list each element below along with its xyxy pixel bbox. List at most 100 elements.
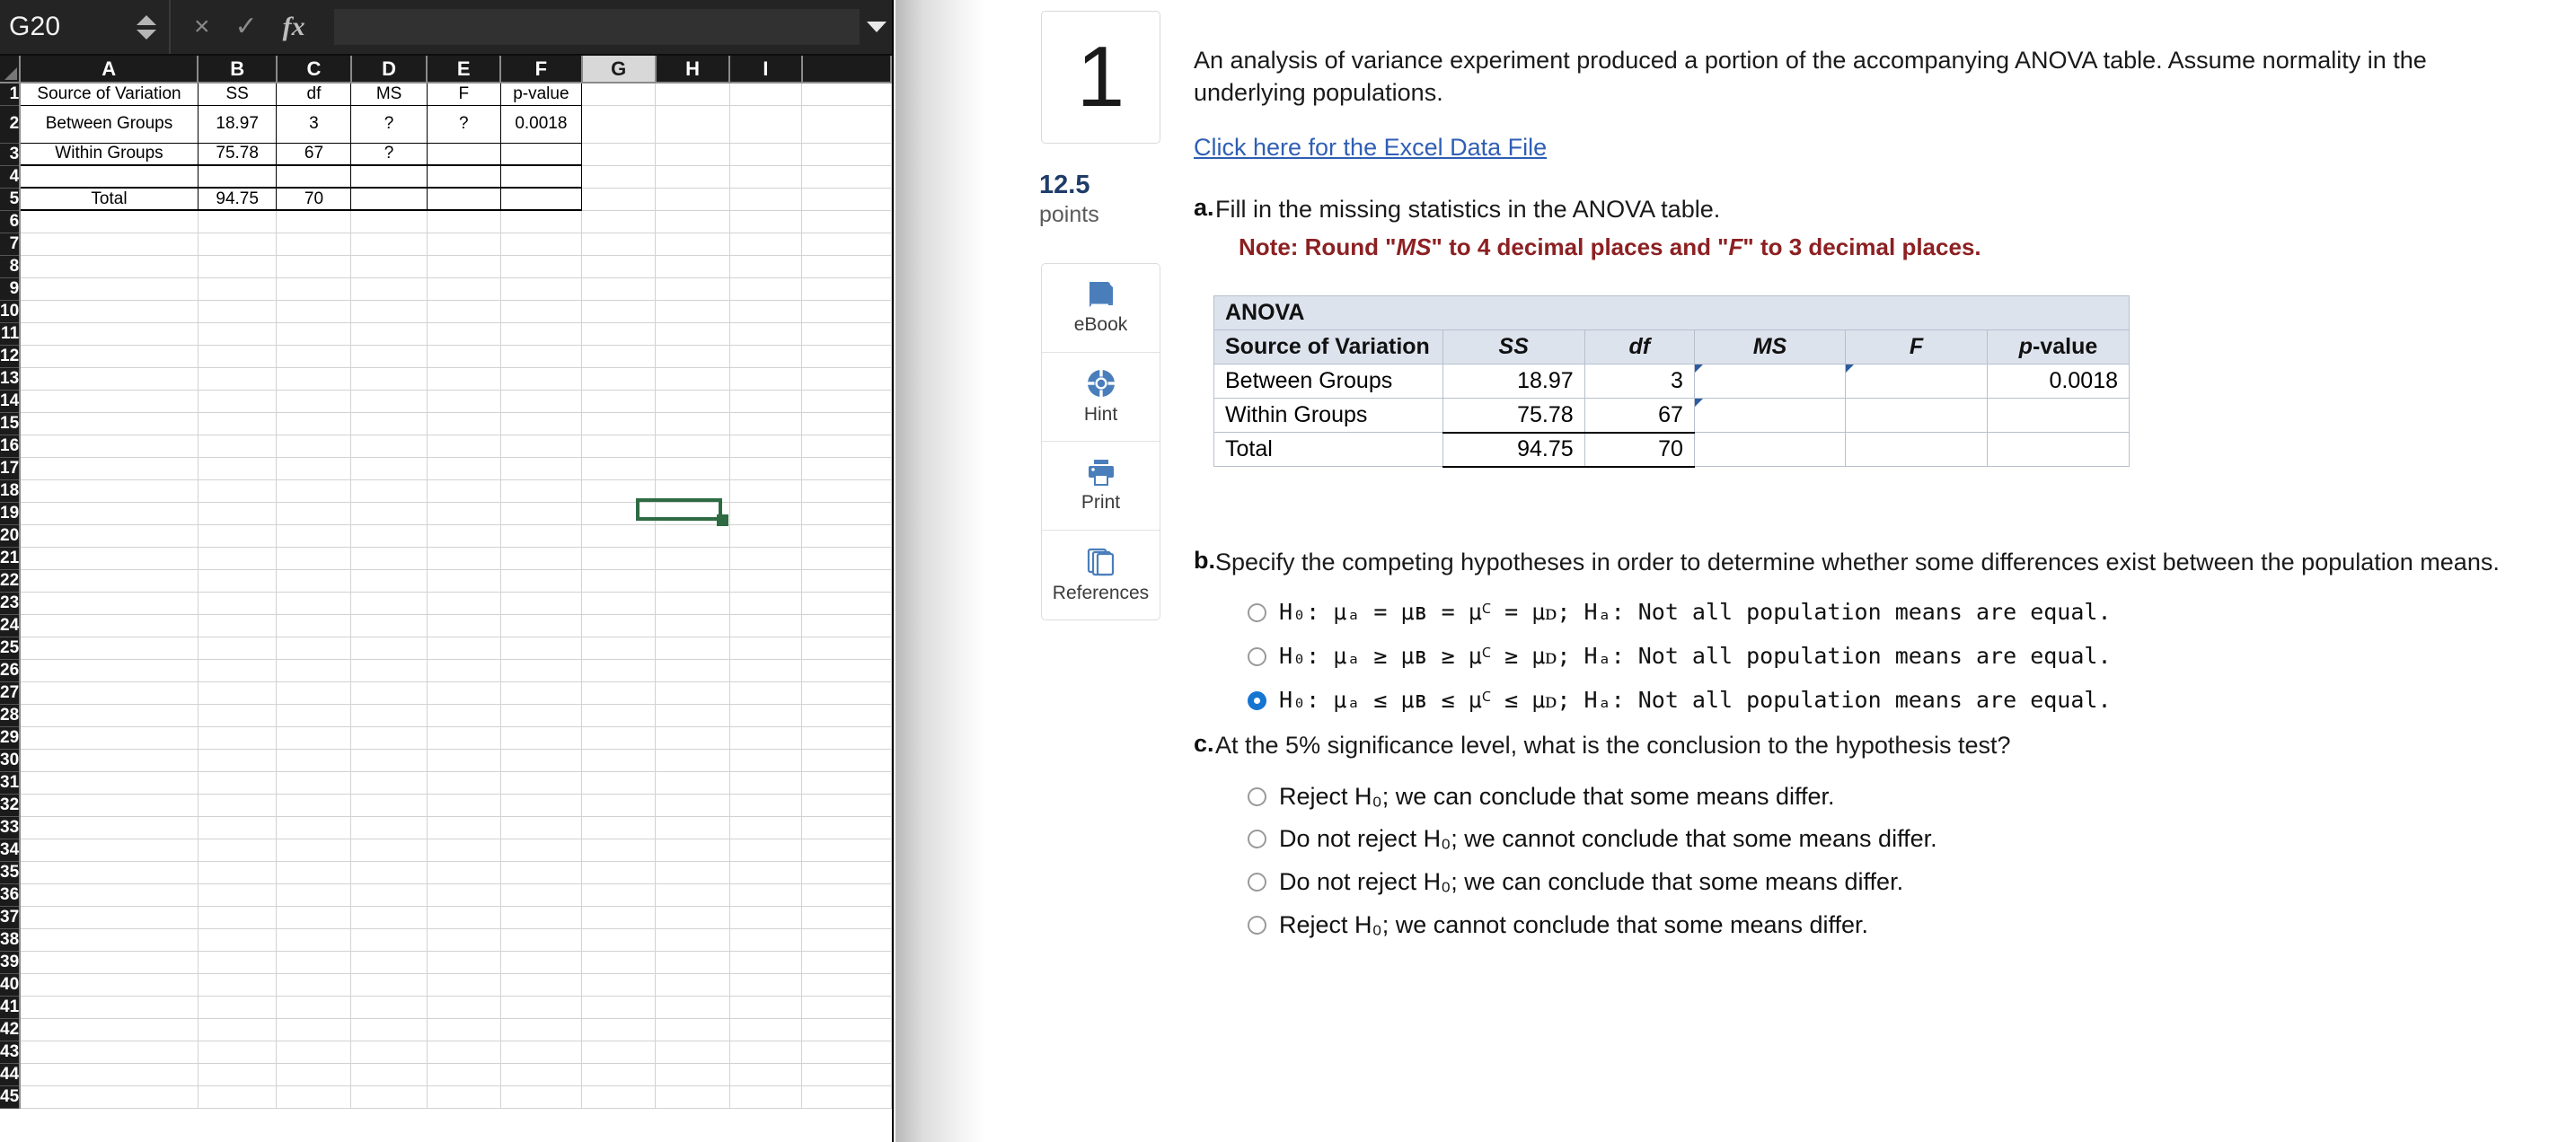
cell-D16[interactable] <box>350 435 428 458</box>
cell-F45[interactable] <box>500 1085 583 1109</box>
cell-G45[interactable] <box>581 1085 657 1109</box>
cell-G28[interactable] <box>581 704 657 727</box>
cell-E16[interactable] <box>427 435 501 458</box>
cell-J45[interactable] <box>801 1085 892 1109</box>
cell-J3[interactable] <box>801 143 892 166</box>
row-header-20[interactable]: 20 <box>0 524 22 548</box>
cell-B1[interactable]: SS <box>197 82 278 106</box>
cell-D1[interactable]: MS <box>350 82 428 106</box>
cell-I2[interactable] <box>729 105 803 144</box>
cell-C18[interactable] <box>276 479 352 503</box>
cell-G33[interactable] <box>581 816 657 839</box>
cell-C5[interactable]: 70 <box>276 187 352 211</box>
cell-E2[interactable]: ? <box>426 104 501 144</box>
cell-C35[interactable] <box>276 861 352 884</box>
cell-E14[interactable] <box>427 390 501 413</box>
cell-G18[interactable] <box>581 479 657 503</box>
cell-H21[interactable] <box>655 547 730 570</box>
cell-H2[interactable] <box>655 105 730 144</box>
cell-H3[interactable] <box>655 143 730 166</box>
cell-E43[interactable] <box>427 1041 501 1064</box>
cell-H40[interactable] <box>655 973 730 997</box>
cell-D35[interactable] <box>350 861 428 884</box>
cell-F1[interactable]: p-value <box>499 82 583 106</box>
cell-E45[interactable] <box>427 1085 501 1109</box>
cell-J18[interactable] <box>801 479 892 503</box>
cell-A29[interactable] <box>20 726 198 750</box>
cell-E23[interactable] <box>427 592 501 615</box>
cell-J11[interactable] <box>801 322 892 346</box>
cell-B34[interactable] <box>198 839 278 862</box>
cell-A35[interactable] <box>20 861 198 884</box>
cell-E9[interactable] <box>427 277 501 301</box>
cell-J42[interactable] <box>801 1018 892 1041</box>
fill-handle[interactable] <box>717 514 728 526</box>
formula-input[interactable] <box>333 9 860 45</box>
cell-F24[interactable] <box>500 614 583 637</box>
cell-B43[interactable] <box>198 1041 278 1064</box>
cell-C42[interactable] <box>276 1018 352 1041</box>
row-header-38[interactable]: 38 <box>0 928 22 952</box>
cell-C6[interactable] <box>276 210 352 233</box>
row-header-15[interactable]: 15 <box>0 412 22 435</box>
cell-G40[interactable] <box>581 973 657 997</box>
cell-H27[interactable] <box>655 681 730 705</box>
cell-C17[interactable] <box>276 457 352 480</box>
print-button[interactable]: Print <box>1042 442 1160 531</box>
cell-H34[interactable] <box>655 839 730 862</box>
cell-G22[interactable] <box>581 569 657 593</box>
row-header-22[interactable]: 22 <box>0 569 22 593</box>
cell-I26[interactable] <box>729 659 803 682</box>
select-all-corner[interactable] <box>0 56 22 83</box>
cell-B31[interactable] <box>198 771 278 795</box>
cell-J34[interactable] <box>801 839 892 862</box>
hint-button[interactable]: Hint <box>1042 353 1160 442</box>
cell-E4[interactable] <box>426 164 501 189</box>
column-header-i[interactable]: I <box>729 56 803 83</box>
cell-H25[interactable] <box>655 637 730 660</box>
cell-B35[interactable] <box>198 861 278 884</box>
cell-A9[interactable] <box>20 277 198 301</box>
cell-F23[interactable] <box>500 592 583 615</box>
name-box-spinner[interactable] <box>124 0 171 54</box>
cell-I1[interactable] <box>729 83 803 106</box>
column-header-e[interactable]: E <box>427 56 502 83</box>
cell-J21[interactable] <box>801 547 892 570</box>
cell-G8[interactable] <box>581 255 657 278</box>
cell-H29[interactable] <box>655 726 730 750</box>
conclusion-choice[interactable]: Do not reject H₀; we cannot conclude tha… <box>1248 824 2505 855</box>
cell-E33[interactable] <box>427 816 501 839</box>
cell-F38[interactable] <box>500 928 583 952</box>
cell-J23[interactable] <box>801 592 892 615</box>
row-header-42[interactable]: 42 <box>0 1018 22 1041</box>
cell-A13[interactable] <box>20 367 198 391</box>
cell-A24[interactable] <box>20 614 198 637</box>
cell-E7[interactable] <box>427 233 501 256</box>
cell-J17[interactable] <box>801 457 892 480</box>
row-header-25[interactable]: 25 <box>0 637 22 660</box>
row-header-23[interactable]: 23 <box>0 592 22 615</box>
cell-B10[interactable] <box>198 300 278 323</box>
cell-J41[interactable] <box>801 996 892 1019</box>
cell-I27[interactable] <box>729 681 803 705</box>
cell-B27[interactable] <box>198 681 278 705</box>
cell-D27[interactable] <box>350 681 428 705</box>
row-header-9[interactable]: 9 <box>0 277 22 301</box>
cell-F2[interactable]: 0.0018 <box>499 104 583 144</box>
function-icon[interactable]: fx <box>283 12 305 42</box>
row-header-17[interactable]: 17 <box>0 457 22 480</box>
cell-J7[interactable] <box>801 233 892 256</box>
radio-c2[interactable] <box>1248 830 1266 849</box>
cell-G38[interactable] <box>581 928 657 952</box>
row-header-34[interactable]: 34 <box>0 839 22 862</box>
cell-C10[interactable] <box>276 300 352 323</box>
cell-H36[interactable] <box>655 883 730 907</box>
cell-D23[interactable] <box>350 592 428 615</box>
cell-E15[interactable] <box>427 412 501 435</box>
cell-E19[interactable] <box>427 502 501 525</box>
row-header-16[interactable]: 16 <box>0 435 22 458</box>
cell-C20[interactable] <box>276 524 352 548</box>
row-header-8[interactable]: 8 <box>0 255 22 278</box>
cell-C28[interactable] <box>276 704 352 727</box>
cell-B33[interactable] <box>198 816 278 839</box>
